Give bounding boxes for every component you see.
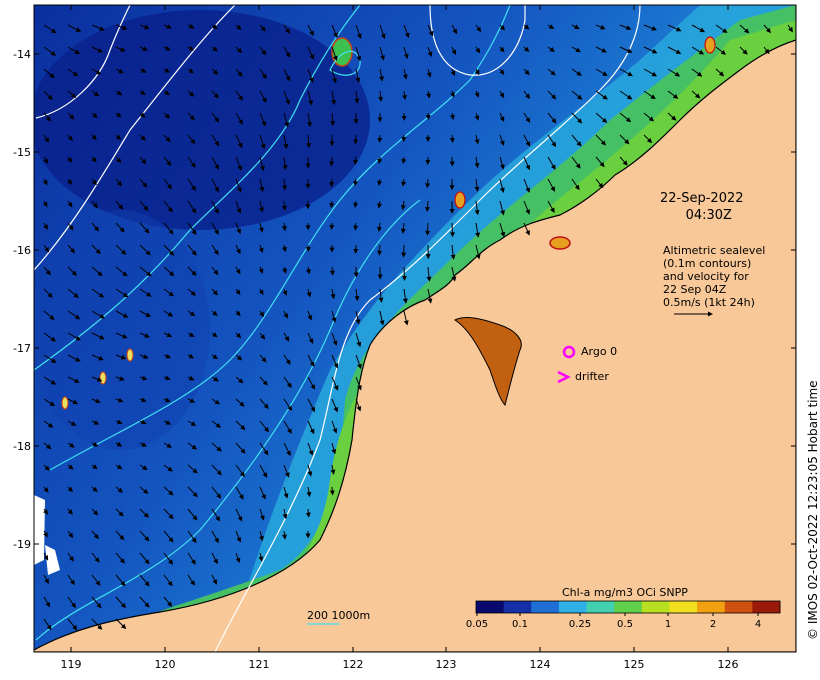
- colorbar-swatch: [503, 601, 532, 613]
- colorbar-tick-label: 0.25: [569, 619, 591, 630]
- observation-date: 22-Sep-2022 04:30Z: [660, 190, 744, 224]
- colorbar-swatch: [752, 601, 781, 613]
- description-line: and velocity for: [663, 270, 749, 283]
- time-text: 04:30Z: [685, 208, 732, 223]
- velocity-arrow: [353, 134, 359, 145]
- velocity-arrow: [377, 244, 383, 256]
- lat-tick-label: -14: [13, 48, 31, 61]
- description-block: Altimetric sealevel (0.1m contours) and …: [663, 244, 765, 309]
- lat-tick-label: -17: [13, 342, 31, 355]
- island: [549, 236, 571, 250]
- island: [454, 191, 466, 209]
- colorbar-tick-label: 0.5: [617, 619, 633, 630]
- lon-tick-label: 120: [155, 658, 176, 671]
- description-line: 22 Sep 04Z: [663, 283, 727, 296]
- colorbar-tick-label: 1: [665, 619, 671, 630]
- lon-tick-label: 124: [530, 658, 551, 671]
- drifter-label: drifter: [575, 370, 609, 383]
- colorbar-swatch: [614, 601, 643, 613]
- velocity-arrow: [401, 266, 407, 282]
- imos-credit: © IMOS 02-Oct-2022 12:23:05 Hobart time: [806, 380, 820, 640]
- deep-water-patch: [34, 210, 210, 450]
- velocity-arrow: [329, 486, 335, 496]
- colorbar-swatch: [669, 601, 698, 613]
- colorbar-swatch: [724, 601, 753, 613]
- lat-tick-label: -16: [13, 244, 31, 257]
- colorbar-swatch: [641, 601, 670, 613]
- island: [99, 371, 107, 385]
- colorbar-swatch: [558, 601, 588, 613]
- lon-tick-label: 123: [436, 658, 457, 671]
- cloud-gap: [34, 495, 45, 565]
- velocity-arrow: [377, 134, 383, 143]
- velocity-arrow: [329, 156, 335, 167]
- map-canvas: 119 120 121 122 123 124 125 126 -14-15-16-17-18…: [13, 4, 797, 671]
- island: [704, 36, 716, 54]
- argo-label: Argo 0: [581, 345, 618, 358]
- velocity-arrow: [329, 200, 335, 209]
- colorbar-tick-label: 0.1: [512, 619, 528, 630]
- lon-tick-label: 119: [61, 658, 82, 671]
- velocity-arrow: [329, 266, 335, 276]
- lat-tick-label: -18: [13, 440, 31, 453]
- colorbar-tick-label: 0.05: [466, 619, 488, 630]
- lat-tick-label: -19: [13, 538, 31, 551]
- description-line: (0.1m contours): [663, 257, 752, 270]
- velocity-arrow: [305, 244, 311, 252]
- velocity-arrow: [425, 178, 431, 189]
- colorbar-swatch: [697, 601, 726, 613]
- colorbar-tick-label: 2: [710, 619, 716, 630]
- colorbar-swatch: [531, 601, 560, 613]
- scale-label: 200 1000m: [307, 609, 371, 622]
- description-line: Altimetric sealevel: [663, 244, 766, 257]
- velocity-arrow: [401, 156, 407, 165]
- velocity-arrow: [449, 134, 455, 144]
- lon-tick-label: 126: [718, 658, 739, 671]
- colorbar-title: Chl-a mg/m3 OCi SNPP: [562, 586, 688, 599]
- date-text: 22-Sep-2022: [660, 191, 744, 206]
- velocity-arrow: [305, 508, 311, 518]
- velocity-arrow: [449, 222, 455, 238]
- colorbar-tick-label: 4: [755, 619, 761, 630]
- velocity-arrow: [425, 112, 431, 121]
- island: [126, 348, 134, 362]
- island: [61, 396, 69, 410]
- description-line: 0.5m/s (1kt 24h): [663, 296, 755, 309]
- velocity-arrow: [425, 222, 431, 236]
- lat-tick-label: -15: [13, 146, 31, 159]
- lon-tick-label: 121: [249, 658, 270, 671]
- lon-tick-label: 122: [343, 658, 364, 671]
- colorbar-swatch: [476, 601, 505, 613]
- colorbar-swatch: [586, 601, 615, 613]
- lon-tick-label: 125: [624, 658, 645, 671]
